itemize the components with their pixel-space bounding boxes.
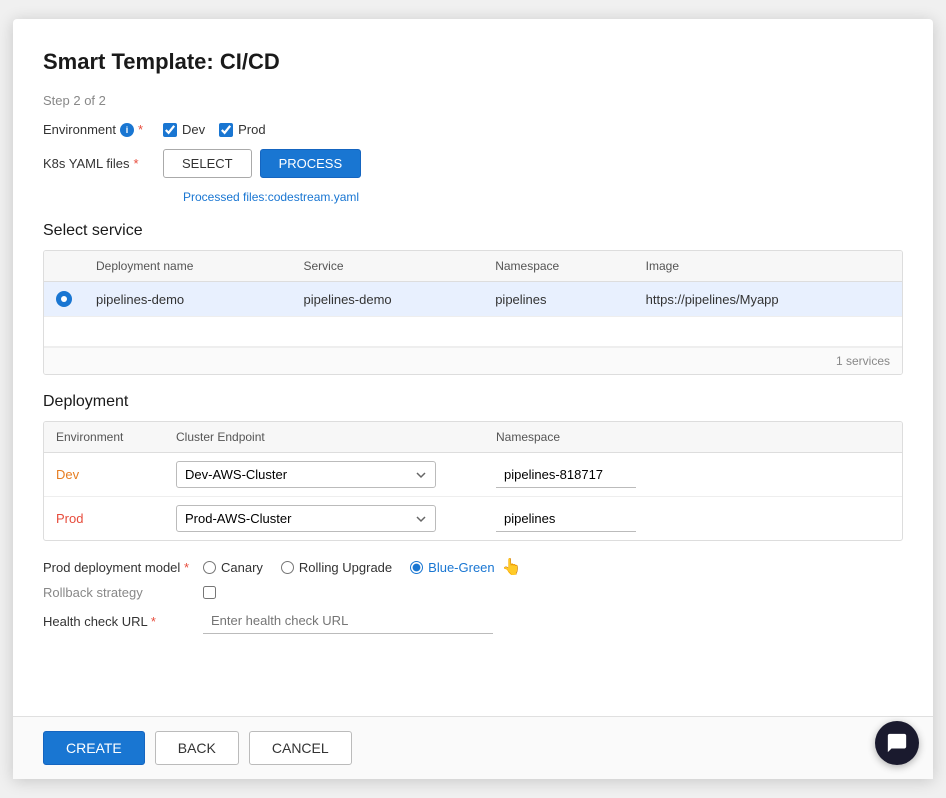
col-service: Service [291, 251, 483, 282]
radio-canary-input[interactable] [203, 561, 216, 574]
prod-namespace-input[interactable] [496, 506, 636, 532]
service-table-container: Deployment name Service Namespace Image … [43, 250, 903, 375]
environment-label: Environment i * [43, 122, 163, 137]
deploy-row-dev: Dev Dev-AWS-Cluster [44, 453, 902, 497]
dev-cluster-select[interactable]: Dev-AWS-Cluster [176, 461, 436, 488]
row-service: pipelines-demo [291, 282, 483, 317]
deploy-table-header: Environment Cluster Endpoint Namespace [44, 422, 902, 453]
rollback-row: Rollback strategy [43, 585, 903, 600]
env-prod-label: Prod [56, 511, 83, 526]
processed-files-label: Processed files:codestream.yaml [183, 190, 903, 204]
select-service-title: Select service [43, 222, 903, 240]
chat-bubble[interactable] [875, 721, 919, 765]
modal-footer: CREATE BACK CANCEL [13, 716, 933, 779]
table-row-empty [44, 317, 902, 347]
prod-deployment-model-row: Prod deployment model * Canary Rolling U… [43, 557, 903, 577]
deployment-table: Environment Cluster Endpoint Namespace D… [44, 422, 902, 540]
select-button[interactable]: SELECT [163, 149, 252, 178]
row-deployment-name: pipelines-demo [84, 282, 291, 317]
prod-ns-cell [484, 497, 902, 541]
dev-namespace-input[interactable] [496, 462, 636, 488]
env-prod-checkbox-item[interactable]: Prod [219, 122, 265, 137]
selected-indicator [56, 291, 72, 307]
k8s-buttons: SELECT PROCESS [163, 149, 361, 178]
service-table-footer: 1 services [44, 347, 902, 374]
col-env: Environment [44, 422, 164, 453]
k8s-label: K8s YAML files * [43, 156, 163, 171]
deployment-title: Deployment [43, 393, 903, 411]
service-table: Deployment name Service Namespace Image … [44, 251, 902, 347]
step-indicator: Step 2 of 2 [43, 93, 903, 108]
back-button[interactable]: BACK [155, 731, 239, 765]
dev-ns-cell [484, 453, 902, 497]
col-select [44, 251, 84, 282]
deploy-row-prod: Prod Prod-AWS-Cluster [44, 497, 902, 541]
row-radio [44, 282, 84, 317]
environment-info-icon[interactable]: i [120, 123, 134, 137]
modal-body: Smart Template: CI/CD Step 2 of 2 Enviro… [13, 19, 933, 716]
service-table-header: Deployment name Service Namespace Image [44, 251, 902, 282]
deployment-model-radio-group: Canary Rolling Upgrade Blue-Green 👆 [203, 557, 522, 577]
modal-container: Smart Template: CI/CD Step 2 of 2 Enviro… [13, 19, 933, 779]
env-dev-checkbox-item[interactable]: Dev [163, 122, 205, 137]
prod-cluster-select[interactable]: Prod-AWS-Cluster [176, 505, 436, 532]
row-image: https://pipelines/Myapp [634, 282, 902, 317]
deployment-table-container: Environment Cluster Endpoint Namespace D… [43, 421, 903, 541]
health-check-row: Health check URL * [43, 608, 903, 634]
radio-rolling[interactable]: Rolling Upgrade [281, 560, 392, 575]
env-dev-checkbox[interactable] [163, 123, 177, 137]
radio-canary[interactable]: Canary [203, 560, 263, 575]
radio-rolling-input[interactable] [281, 561, 294, 574]
process-button[interactable]: PROCESS [260, 149, 362, 178]
cancel-button[interactable]: CANCEL [249, 731, 352, 765]
chat-icon [886, 732, 908, 754]
prod-deployment-model-label: Prod deployment model * [43, 560, 203, 575]
cursor-hand-icon: 👆 [502, 557, 522, 577]
create-button[interactable]: CREATE [43, 731, 145, 765]
rollback-checkbox[interactable] [203, 586, 216, 599]
col-ns: Namespace [484, 422, 902, 453]
rollback-label: Rollback strategy [43, 585, 203, 600]
health-check-label: Health check URL * [43, 614, 203, 629]
radio-bluegreen-input[interactable] [410, 561, 423, 574]
health-check-input[interactable] [203, 608, 493, 634]
environment-checkbox-group: Dev Prod [163, 122, 266, 137]
dev-cluster-cell: Dev-AWS-Cluster [164, 453, 484, 497]
radio-bluegreen[interactable]: Blue-Green 👆 [410, 557, 521, 577]
environment-row: Environment i * Dev Prod [43, 122, 903, 137]
table-row[interactable]: pipelines-demo pipelines-demo pipelines … [44, 282, 902, 317]
col-cluster: Cluster Endpoint [164, 422, 484, 453]
col-image: Image [634, 251, 902, 282]
row-namespace: pipelines [483, 282, 633, 317]
k8s-row: K8s YAML files * SELECT PROCESS [43, 149, 903, 178]
env-dev-label: Dev [56, 467, 79, 482]
col-namespace: Namespace [483, 251, 633, 282]
env-prod-checkbox[interactable] [219, 123, 233, 137]
col-deployment-name: Deployment name [84, 251, 291, 282]
page-title: Smart Template: CI/CD [43, 49, 903, 75]
prod-cluster-cell: Prod-AWS-Cluster [164, 497, 484, 541]
